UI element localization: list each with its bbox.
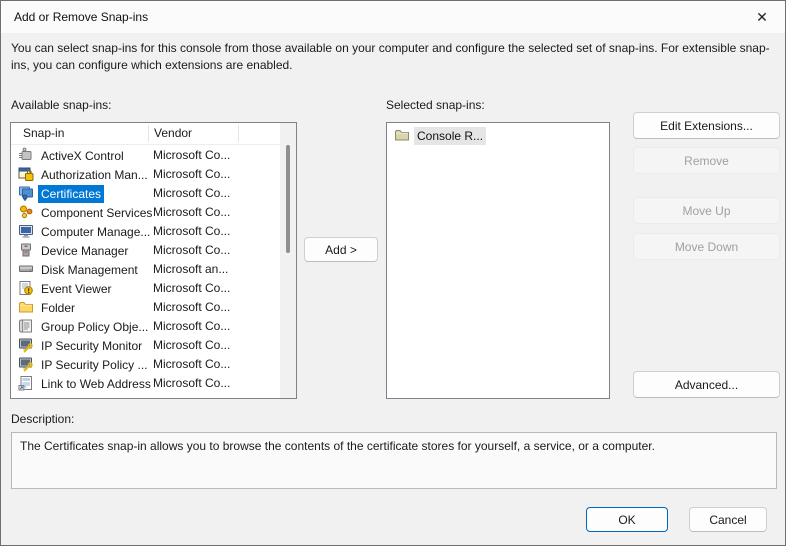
add-button[interactable]: Add > (304, 237, 378, 262)
snapin-name: Certificates (38, 185, 104, 203)
ok-button[interactable]: OK (586, 507, 668, 532)
edit-extensions-button[interactable]: Edit Extensions... (633, 112, 780, 139)
console-root-folder-icon (394, 127, 410, 143)
snapin-row[interactable]: ActiveX Control Microsoft Co... (11, 146, 279, 165)
snapin-name: Console R... (414, 127, 486, 145)
snapin-name: Link to Web Address (38, 375, 154, 393)
snapin-row[interactable]: IP Security Monitor Microsoft Co... (11, 336, 279, 355)
snapin-vendor: Microsoft Co... (153, 146, 230, 165)
snapin-row[interactable]: Computer Manage...Microsoft Co... (11, 222, 279, 241)
snapin-name: Authorization Man... (38, 166, 151, 184)
computer-management-icon (18, 223, 34, 239)
advanced-button[interactable]: Advanced... (633, 371, 780, 398)
intro-text: You can select snap-ins for this console… (11, 40, 771, 74)
snapin-row[interactable]: Console R... (387, 126, 609, 145)
column-header-vendor[interactable]: Vendor (154, 123, 192, 144)
device-manager-icon (18, 242, 34, 258)
dialog-title: Add or Remove Snap-ins (14, 1, 148, 33)
component-services-icon (18, 204, 34, 220)
close-icon[interactable]: ✕ (745, 1, 779, 33)
remove-button: Remove (633, 147, 780, 174)
snapin-row[interactable]: Disk Management Microsoft an... (11, 260, 279, 279)
group-policy-icon (18, 318, 34, 334)
snapin-name: Disk Management (38, 261, 141, 279)
snapin-row[interactable]: Authorization Man...Microsoft Co... (11, 165, 279, 184)
snapin-name: Device Manager (38, 242, 131, 260)
column-separator[interactable] (148, 125, 149, 142)
selected-rows: Console R... (387, 126, 609, 398)
snapin-vendor: Microsoft an... (153, 260, 228, 279)
activex-icon (18, 147, 34, 163)
move-up-button: Move Up (633, 197, 780, 224)
snapin-row[interactable]: Link to Web AddressMicrosoft Co... (11, 374, 279, 393)
link-web-address-icon (18, 375, 34, 391)
snapin-vendor: Microsoft Co... (153, 241, 230, 260)
vertical-scrollbar[interactable] (280, 123, 296, 398)
snapin-name: Folder (38, 299, 78, 317)
snapin-vendor: Microsoft Co... (153, 165, 230, 184)
snapin-row[interactable]: Group Policy Obje...Microsoft Co... (11, 317, 279, 336)
snapin-vendor: Microsoft Co... (153, 298, 230, 317)
snapin-row[interactable]: Component ServicesMicrosoft Co... (11, 203, 279, 222)
ip-security-policy-icon (18, 356, 34, 372)
ip-security-monitor-icon (18, 337, 34, 353)
move-down-button: Move Down (633, 233, 780, 260)
snapin-name: IP Security Policy ... (38, 356, 150, 374)
snapin-name: ActiveX Control (38, 147, 127, 165)
snapin-vendor: Microsoft Co... (153, 317, 230, 336)
available-snapins-label: Available snap-ins: (11, 98, 112, 112)
cancel-button[interactable]: Cancel (689, 507, 767, 532)
list-header: Snap-in Vendor (11, 123, 296, 145)
scrollbar-thumb[interactable] (286, 145, 290, 253)
certificates-icon (18, 185, 34, 201)
column-separator[interactable] (238, 125, 239, 142)
folder-icon (18, 299, 34, 315)
authorization-manager-icon (18, 166, 34, 182)
event-viewer-icon (18, 280, 34, 296)
snapin-vendor: Microsoft Co... (153, 222, 230, 241)
snapin-vendor: Microsoft Co... (153, 336, 230, 355)
available-snapins-list[interactable]: Snap-in Vendor ActiveX Control Microsoft … (10, 122, 297, 399)
snapin-name: Component Services (38, 204, 155, 222)
description-label: Description: (11, 412, 74, 426)
snapin-name: IP Security Monitor (38, 337, 145, 355)
selected-snapins-label: Selected snap-ins: (386, 98, 485, 112)
snapin-row[interactable]: Folder Microsoft Co... (11, 298, 279, 317)
column-header-snapin[interactable]: Snap-in (23, 123, 64, 144)
snapin-row[interactable]: Certificates Microsoft Co... (11, 184, 279, 203)
snapin-vendor: Microsoft Co... (153, 279, 230, 298)
disk-management-icon (18, 261, 34, 277)
snapin-vendor: Microsoft Co... (153, 184, 230, 203)
selected-snapins-list[interactable]: Console R... (386, 122, 610, 399)
titlebar: Add or Remove Snap-ins ✕ (1, 1, 785, 33)
snapin-vendor: Microsoft Co... (153, 203, 230, 222)
snapin-row[interactable]: Event Viewer Microsoft Co... (11, 279, 279, 298)
add-remove-snapins-dialog: Add or Remove Snap-ins ✕ You can select … (0, 0, 786, 546)
snapin-name: Computer Manage... (38, 223, 153, 241)
snapin-name: Event Viewer (38, 280, 114, 298)
snapin-vendor: Microsoft Co... (153, 374, 230, 393)
snapin-vendor: Microsoft Co... (153, 355, 230, 374)
snapin-name: Group Policy Obje... (38, 318, 151, 336)
available-rows: ActiveX ControlMicrosoft Co...Authorizat… (11, 146, 279, 398)
snapin-row[interactable]: Device Manager Microsoft Co... (11, 241, 279, 260)
snapin-row[interactable]: IP Security Policy ...Microsoft Co... (11, 355, 279, 374)
description-box: The Certificates snap-in allows you to b… (11, 432, 777, 489)
